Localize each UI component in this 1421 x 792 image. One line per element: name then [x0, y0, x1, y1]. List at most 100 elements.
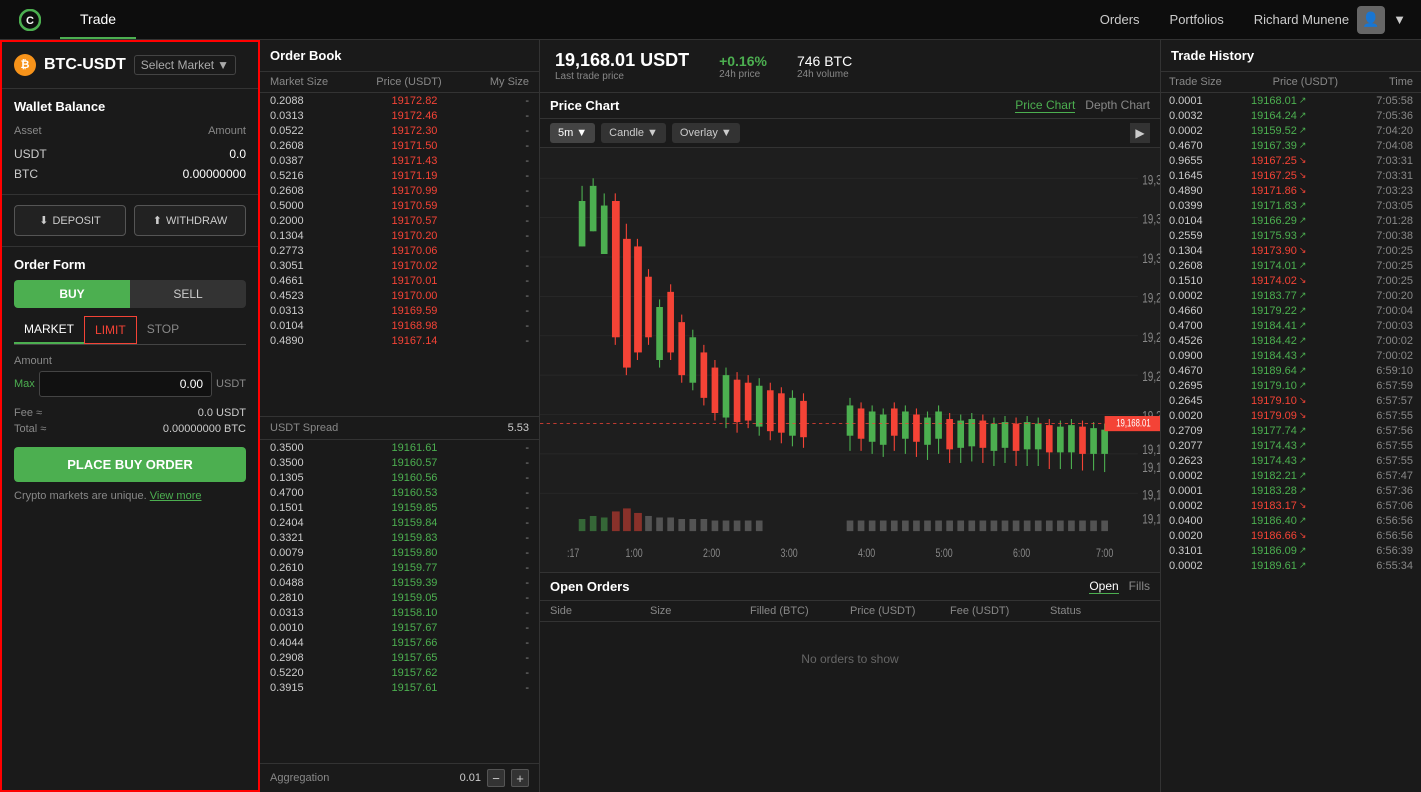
bid-row[interactable]: 0.290819157.65- — [260, 650, 539, 665]
trade-price: 19182.21↗ — [1251, 470, 1341, 482]
bid-row[interactable]: 0.048819159.39- — [260, 575, 539, 590]
ask-row[interactable]: 0.466119170.01- — [260, 273, 539, 288]
ask-my-size: - — [525, 170, 529, 182]
ask-row[interactable]: 0.130419170.20- — [260, 228, 539, 243]
trade-size: 0.2559 — [1169, 230, 1229, 242]
nav-orders-link[interactable]: Orders — [1100, 12, 1140, 27]
trade-history-row: 0.002019186.66↘6:56:56 — [1161, 528, 1421, 543]
ask-row[interactable]: 0.038719171.43- — [260, 153, 539, 168]
bid-row[interactable]: 0.404419157.66- — [260, 635, 539, 650]
ask-size: 0.2773 — [270, 245, 304, 257]
ask-my-size: - — [525, 335, 529, 347]
bid-row[interactable]: 0.001019157.67- — [260, 620, 539, 635]
sell-tab[interactable]: SELL — [130, 280, 246, 308]
bid-my-size: - — [525, 442, 529, 454]
fee-value: 0.0 USDT — [198, 407, 246, 419]
nav-portfolios-link[interactable]: Portfolios — [1170, 12, 1224, 27]
trade-history-row: 0.000219183.77↗7:00:20 — [1161, 288, 1421, 303]
trade-size: 0.0020 — [1169, 530, 1229, 542]
wallet-balance-section: Wallet Balance Asset Amount USDT 0.0 BTC… — [2, 89, 258, 195]
trade-time: 7:04:08 — [1363, 140, 1413, 152]
aggregation-decrease-button[interactable]: − — [487, 769, 505, 787]
trade-history-row: 0.090019184.43↗7:00:02 — [1161, 348, 1421, 363]
bid-price: 19159.77 — [392, 562, 438, 574]
user-info[interactable]: Richard Munene 👤 ▼ — [1254, 6, 1406, 34]
aggregation-increase-button[interactable]: + — [511, 769, 529, 787]
bid-row[interactable]: 0.350019161.61- — [260, 440, 539, 455]
svg-text:3:00: 3:00 — [780, 547, 797, 561]
aggregation-row: Aggregation 0.01 − + — [260, 763, 539, 792]
open-tab[interactable]: Open — [1089, 579, 1118, 594]
usdt-label: USDT — [14, 147, 47, 161]
trade-history-title: Trade History — [1161, 40, 1421, 72]
trade-history-row: 0.207719174.43↗6:57:55 — [1161, 438, 1421, 453]
bid-row[interactable]: 0.007919159.80- — [260, 545, 539, 560]
price-chart-tab[interactable]: Price Chart — [1015, 98, 1075, 113]
candle-type-selector[interactable]: Candle ▼ — [601, 123, 666, 143]
withdraw-button[interactable]: ⬆ WITHDRAW — [134, 205, 246, 236]
nav-trade-link[interactable]: Trade — [60, 0, 136, 39]
trade-price: 19184.42↗ — [1251, 335, 1341, 347]
ask-row[interactable]: 0.031319172.46- — [260, 108, 539, 123]
bid-row[interactable]: 0.130519160.56- — [260, 470, 539, 485]
bid-price: 19159.83 — [392, 532, 438, 544]
bid-price: 19159.80 — [392, 547, 438, 559]
bid-row[interactable]: 0.281019159.05- — [260, 590, 539, 605]
ask-size: 0.3051 — [270, 260, 304, 272]
ask-row[interactable]: 0.052219172.30- — [260, 123, 539, 138]
overlay-selector[interactable]: Overlay ▼ — [672, 123, 740, 143]
ask-row[interactable]: 0.500019170.59- — [260, 198, 539, 213]
market-tab[interactable]: MARKET — [14, 316, 84, 344]
bid-row[interactable]: 0.261019159.77- — [260, 560, 539, 575]
trade-size: 0.2645 — [1169, 395, 1229, 407]
trade-time: 6:59:10 — [1363, 365, 1413, 377]
ask-row[interactable]: 0.277319170.06- — [260, 243, 539, 258]
depth-chart-tab[interactable]: Depth Chart — [1085, 98, 1150, 113]
status-col-header: Status — [1050, 605, 1150, 617]
ask-row[interactable]: 0.452319170.00- — [260, 288, 539, 303]
stop-tab[interactable]: STOP — [137, 316, 189, 344]
ask-row[interactable]: 0.260819171.50- — [260, 138, 539, 153]
trade-price: 19167.25↘ — [1251, 170, 1341, 182]
trade-size: 0.3101 — [1169, 545, 1229, 557]
logo[interactable]: C — [0, 9, 60, 31]
bid-row[interactable]: 0.391519157.61- — [260, 680, 539, 695]
ask-my-size: - — [525, 260, 529, 272]
limit-tab[interactable]: LIMIT — [84, 316, 137, 344]
orders-column-headers: Side Size Filled (BTC) Price (USDT) Fee … — [540, 601, 1160, 622]
ask-row[interactable]: 0.260819170.99- — [260, 183, 539, 198]
amount-input[interactable] — [39, 371, 212, 397]
ask-row[interactable]: 0.521619171.19- — [260, 168, 539, 183]
timeframe-selector[interactable]: 5m ▼ — [550, 123, 595, 143]
btc-balance-row: BTC 0.00000000 — [14, 164, 246, 184]
ask-row[interactable]: 0.208819172.82- — [260, 93, 539, 108]
ask-row[interactable]: 0.305119170.02- — [260, 258, 539, 273]
ask-row[interactable]: 0.010419168.98- — [260, 318, 539, 333]
bid-row[interactable]: 0.522019157.62- — [260, 665, 539, 680]
ask-row[interactable]: 0.200019170.57- — [260, 213, 539, 228]
bid-row[interactable]: 0.240419159.84- — [260, 515, 539, 530]
trade-history-row: 0.010419166.29↗7:01:28 — [1161, 213, 1421, 228]
deposit-button[interactable]: ⬇ DEPOSIT — [14, 205, 126, 236]
svg-text:19,325: 19,325 — [1142, 211, 1160, 227]
bid-row[interactable]: 0.031319158.10- — [260, 605, 539, 620]
play-button[interactable]: ▶ — [1130, 123, 1150, 143]
ask-size: 0.4890 — [270, 335, 304, 347]
ask-row[interactable]: 0.489019167.14- — [260, 333, 539, 348]
ask-price: 19171.19 — [392, 170, 438, 182]
trade-time: 7:00:02 — [1363, 335, 1413, 347]
buy-tab[interactable]: BUY — [14, 280, 130, 308]
fills-tab[interactable]: Fills — [1129, 579, 1150, 594]
view-more-link[interactable]: View more — [150, 490, 202, 502]
bid-row[interactable]: 0.150119159.85- — [260, 500, 539, 515]
trade-history-rows: 0.000119168.01↗7:05:580.003219164.24↗7:0… — [1161, 93, 1421, 792]
select-market-button[interactable]: Select Market ▼ — [134, 55, 236, 75]
bid-row[interactable]: 0.332119159.83- — [260, 530, 539, 545]
max-link[interactable]: Max — [14, 378, 35, 390]
place-buy-order-button[interactable]: PLACE BUY ORDER — [14, 447, 246, 482]
trade-size: 0.0001 — [1169, 95, 1229, 107]
bid-row[interactable]: 0.350019160.57- — [260, 455, 539, 470]
bid-row[interactable]: 0.470019160.53- — [260, 485, 539, 500]
svg-text:1:00: 1:00 — [625, 547, 642, 561]
ask-row[interactable]: 0.031319169.59- — [260, 303, 539, 318]
